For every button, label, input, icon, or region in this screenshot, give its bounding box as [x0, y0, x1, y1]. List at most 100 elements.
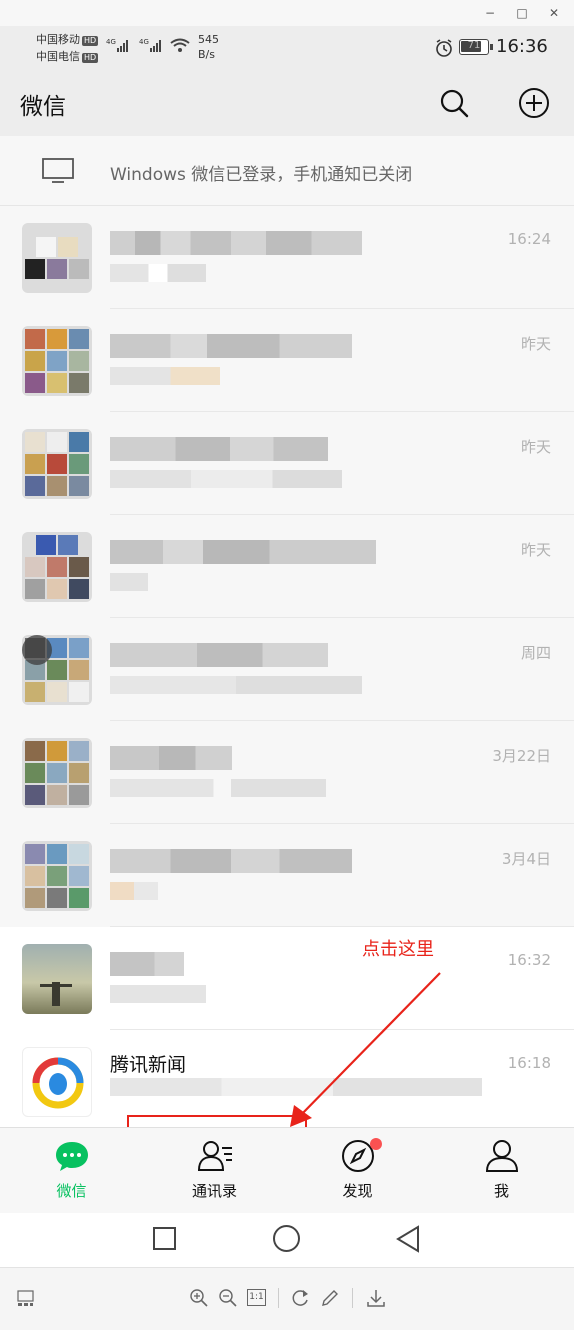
chat-time: 昨天: [520, 438, 551, 456]
zoom-out-icon[interactable]: [218, 1288, 238, 1308]
person-icon: [485, 1140, 518, 1172]
chat-preview-redacted: [110, 985, 206, 1003]
chat-name-redacted: [110, 540, 376, 564]
chat-bubble-icon: [55, 1142, 88, 1171]
back-button[interactable]: [396, 1225, 420, 1253]
chat-item[interactable]: 16:32: [0, 927, 574, 1030]
alarm-icon: [436, 39, 452, 57]
chat-preview-redacted: [110, 573, 148, 591]
chat-name-redacted: [110, 746, 232, 770]
tab-chats[interactable]: 微信: [0, 1128, 143, 1214]
chat-time: 16:24: [507, 230, 551, 248]
network-type-2: 4G: [139, 38, 149, 46]
tab-discover[interactable]: 发现: [286, 1128, 429, 1214]
chat-item[interactable]: 昨天: [0, 515, 574, 618]
monitor-icon: [42, 158, 74, 183]
thumbnail-icon[interactable]: [17, 1290, 35, 1308]
net-speed-unit: B/s: [198, 48, 215, 61]
signal-icon: [150, 40, 164, 52]
chat-preview-redacted: [110, 779, 326, 797]
carrier-1-label: 中国移动: [36, 33, 80, 46]
clock: 16:36: [496, 36, 548, 57]
signal-icon: [117, 40, 131, 52]
net-speed-value: 545: [198, 33, 219, 46]
chat-item[interactable]: 昨天: [0, 412, 574, 515]
battery-tip: [490, 44, 493, 50]
viewer-toolbar: 1:1: [0, 1267, 574, 1330]
close-button[interactable]: ✕: [544, 3, 564, 23]
chat-time: 周四: [520, 644, 551, 662]
chat-item[interactable]: 昨天: [0, 309, 574, 412]
chat-item[interactable]: 16:24: [0, 206, 574, 309]
download-icon[interactable]: [366, 1288, 386, 1308]
windows-login-notice[interactable]: Windows 微信已登录，手机通知已关闭: [0, 136, 574, 206]
add-circle-icon[interactable]: [518, 87, 550, 119]
tab-label: 发现: [342, 1182, 373, 1200]
group-avatar: [22, 223, 92, 293]
group-avatar: [22, 738, 92, 808]
page-title: 微信: [20, 94, 66, 120]
chat-item[interactable]: 周四: [0, 618, 574, 721]
contacts-icon: [197, 1141, 232, 1171]
zoom-in-icon[interactable]: [189, 1288, 209, 1308]
chat-name: 腾讯新闻: [110, 1054, 187, 1076]
group-avatar: [22, 635, 92, 705]
chat-preview-redacted: [110, 470, 342, 488]
chat-time: 3月4日: [501, 850, 551, 868]
maximize-button[interactable]: □: [512, 3, 532, 23]
tab-label: 我: [493, 1182, 509, 1200]
app-header: 微信: [0, 70, 574, 136]
minimize-button[interactable]: −: [480, 3, 500, 23]
window-titlebar: − □ ✕: [0, 0, 574, 26]
chat-time: 昨天: [520, 335, 551, 353]
chat-item[interactable]: 腾讯新闻 16:18: [0, 1030, 574, 1127]
wifi-icon: [170, 38, 190, 52]
status-bar: 中国移动 HD 中国电信 HD 4G 4G 545 B/s 71 16:36: [0, 26, 574, 70]
contact-avatar: [22, 944, 92, 1014]
chat-preview-redacted: [110, 264, 206, 282]
chat-time: 3月22日: [492, 747, 551, 765]
chat-preview-redacted: [110, 676, 362, 694]
tab-label: 通讯录: [191, 1182, 237, 1200]
battery-level: 71: [467, 40, 481, 51]
carrier-2: 中国电信 HD: [36, 48, 99, 64]
home-button[interactable]: [273, 1225, 300, 1252]
rotate-icon[interactable]: [291, 1288, 311, 1308]
group-avatar: [22, 326, 92, 396]
chat-name-redacted: [110, 437, 328, 461]
carrier-2-label: 中国电信: [36, 50, 80, 63]
chat-name-redacted: [110, 231, 362, 255]
group-avatar: [22, 429, 92, 499]
chat-time: 16:32: [507, 951, 551, 969]
actual-size-icon[interactable]: 1:1: [247, 1289, 266, 1306]
bottom-tab-bar: 微信 通讯录 发现 我: [0, 1127, 574, 1213]
chat-item[interactable]: 3月22日: [0, 721, 574, 824]
chat-name-redacted: [110, 849, 352, 873]
notification-dot: [370, 1138, 382, 1150]
chat-name-redacted: [110, 643, 328, 667]
chat-time: 昨天: [520, 541, 551, 559]
tab-contacts[interactable]: 通讯录: [143, 1128, 286, 1214]
battery-icon: 71: [459, 39, 489, 55]
chat-name-redacted: [110, 952, 184, 976]
divider: [352, 1288, 353, 1308]
chat-preview-redacted: [110, 367, 220, 385]
notice-text: Windows 微信已登录，手机通知已关闭: [110, 165, 413, 185]
edit-icon[interactable]: [320, 1288, 340, 1308]
network-type-1: 4G: [106, 38, 116, 46]
recents-button[interactable]: [153, 1227, 176, 1250]
hd-badge: HD: [82, 53, 99, 63]
divider: [278, 1288, 279, 1308]
group-avatar: [22, 841, 92, 911]
system-nav-bar: [0, 1213, 574, 1267]
carrier-1: 中国移动 HD: [36, 31, 99, 47]
tab-label: 微信: [56, 1182, 87, 1200]
search-icon[interactable]: [439, 88, 469, 118]
chat-time: 16:18: [507, 1054, 551, 1072]
chat-preview-redacted: [110, 1078, 482, 1096]
chat-item[interactable]: 3月4日: [0, 824, 574, 927]
annotation-text: 点击这里: [362, 939, 434, 960]
tab-me[interactable]: 我: [430, 1128, 573, 1214]
hd-badge: HD: [82, 36, 99, 46]
back-overlay-icon: [22, 635, 52, 665]
